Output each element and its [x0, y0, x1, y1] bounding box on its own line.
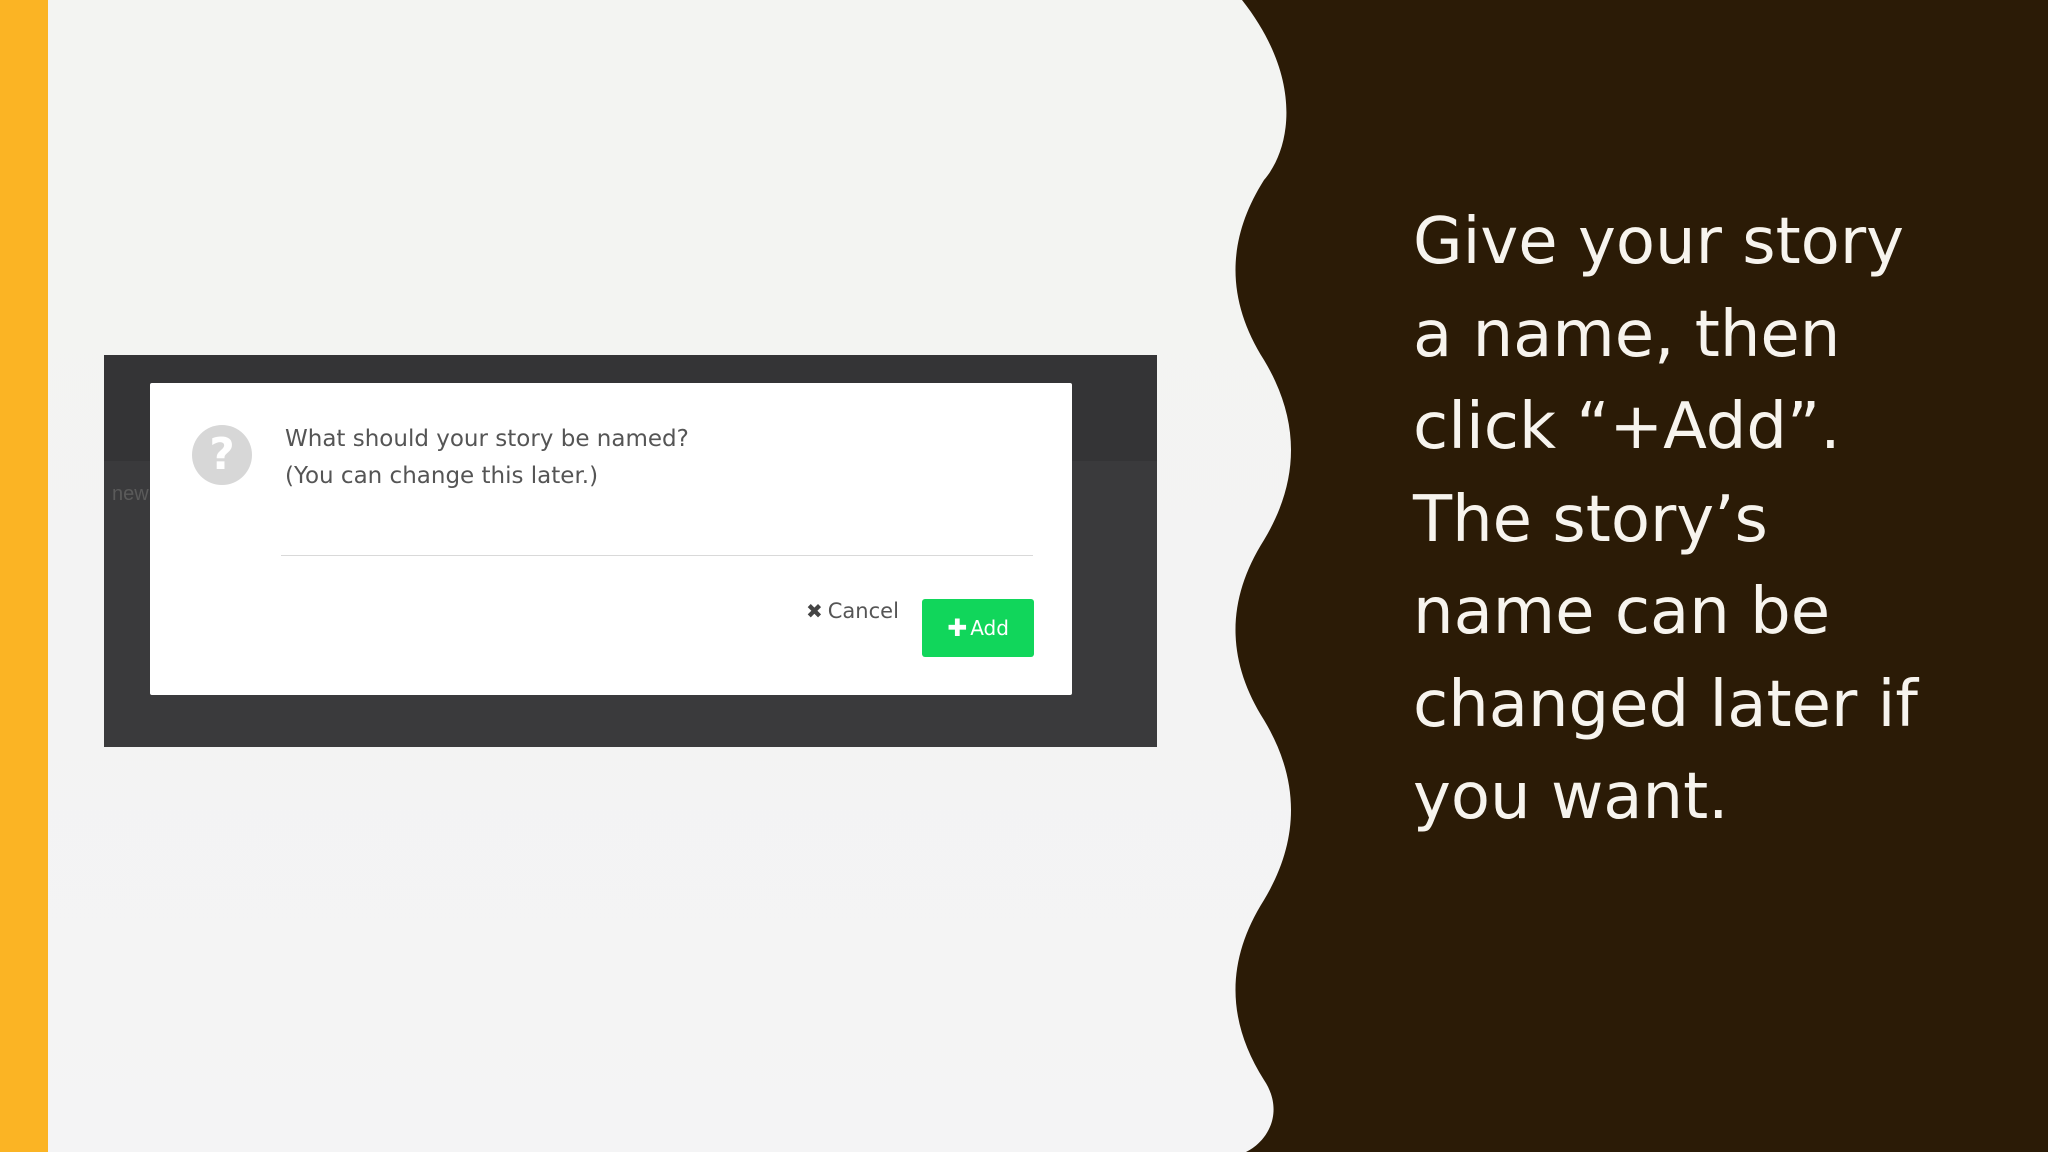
caption-line: click “+Add”. — [1413, 390, 1841, 464]
dialog-prompt: What should your story be named? (You ca… — [285, 421, 689, 495]
dialog-screenshot: new ? What should your story be named? (… — [104, 355, 1157, 747]
backdrop-text: new — [112, 483, 149, 505]
cancel-label: Cancel — [827, 599, 899, 623]
close-icon: ✖ — [806, 599, 823, 623]
prompt-line-1: What should your story be named? — [285, 426, 689, 452]
caption-line: name can be — [1413, 575, 1831, 649]
caption-line: you want. — [1413, 760, 1729, 834]
caption-line: a name, then — [1413, 297, 1841, 372]
caption-line: Give your story — [1413, 205, 1904, 279]
slide: new ? What should your story be named? (… — [0, 0, 2048, 1152]
instruction-caption: Give your story a name, then click “+Add… — [1413, 196, 1973, 844]
question-circle-icon: ? — [192, 425, 252, 485]
plus-icon: ✚ — [947, 614, 968, 642]
add-button[interactable]: ✚ Add — [922, 599, 1034, 657]
story-name-input[interactable] — [281, 501, 1033, 556]
add-label: Add — [970, 616, 1009, 640]
prompt-line-2: (You can change this later.) — [285, 463, 599, 489]
cancel-button[interactable]: ✖ Cancel — [806, 595, 899, 627]
caption-line: changed later if — [1413, 667, 1918, 742]
name-story-dialog: ? What should your story be named? (You … — [150, 383, 1072, 695]
caption-line: The story’s — [1413, 482, 1768, 557]
accent-bar — [0, 0, 48, 1152]
